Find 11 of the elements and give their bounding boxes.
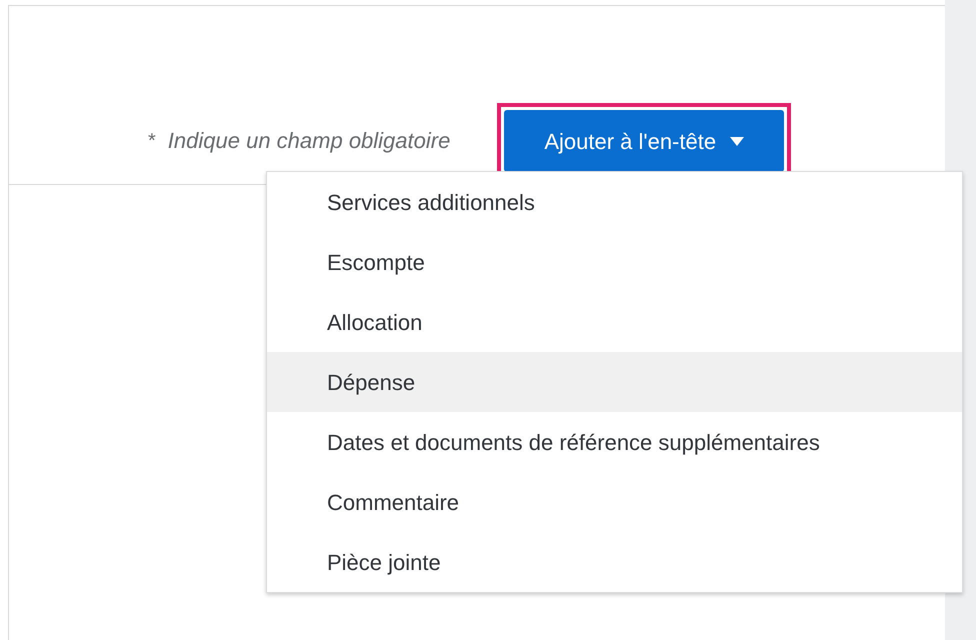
required-marker: * (148, 128, 156, 154)
caret-icon (730, 136, 744, 146)
menu-item[interactable]: Dates et documents de référence supplémentaires (267, 412, 962, 472)
menu-item[interactable]: Pièce jointe (267, 532, 962, 592)
menu-item[interactable]: Commentaire (267, 472, 962, 532)
required-field-note: Indique un champ obligatoire (168, 127, 450, 155)
menu-item[interactable]: Services additionnels (267, 172, 962, 232)
menu-item[interactable]: Dépense (267, 352, 962, 412)
menu-item[interactable]: Escompte (267, 232, 962, 292)
add-to-header-button[interactable]: Ajouter à l'en-tête (504, 110, 784, 172)
menu-item[interactable]: Allocation (267, 292, 962, 352)
